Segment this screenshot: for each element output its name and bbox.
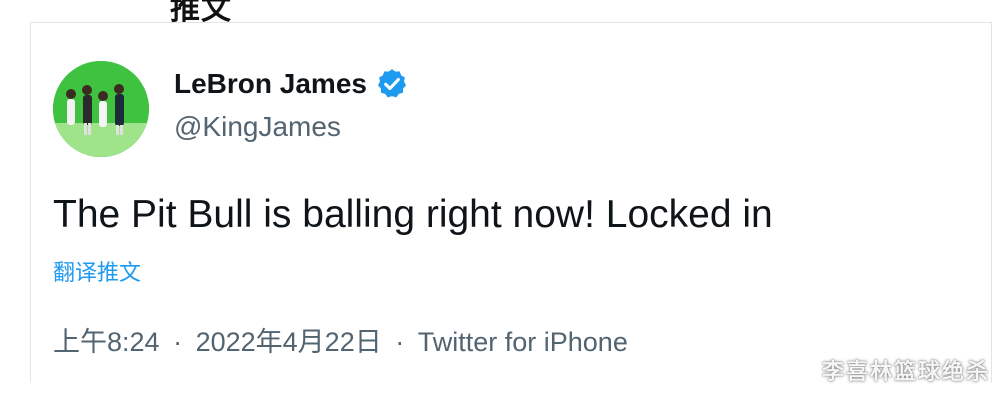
tweet-text: The Pit Bull is balling right now! Locke… [53,193,773,236]
verified-badge-icon [377,69,406,98]
watermark: 李喜林篮球绝杀 [821,359,990,384]
tweet-time[interactable]: 上午8:24 [53,327,160,357]
author-name-row: LeBron James [174,67,409,101]
author-handle[interactable]: @KingJames [174,111,341,143]
avatar[interactable] [53,61,149,157]
tweet-meta: 上午8:24 · 2022年4月22日 · Twitter for iPhone [53,320,628,359]
translate-tweet-link[interactable]: 翻译推文 [53,255,141,287]
meta-separator: · [395,327,405,357]
tweet-source[interactable]: Twitter for iPhone [418,327,628,357]
avatar-photo-icon [53,61,149,157]
tweet-card: LeBron James @KingJames The Pit Bull is … [30,22,992,383]
meta-separator: · [173,327,183,357]
tweet-date[interactable]: 2022年4月22日 [196,327,382,357]
author-display-name[interactable]: LeBron James [174,68,367,100]
